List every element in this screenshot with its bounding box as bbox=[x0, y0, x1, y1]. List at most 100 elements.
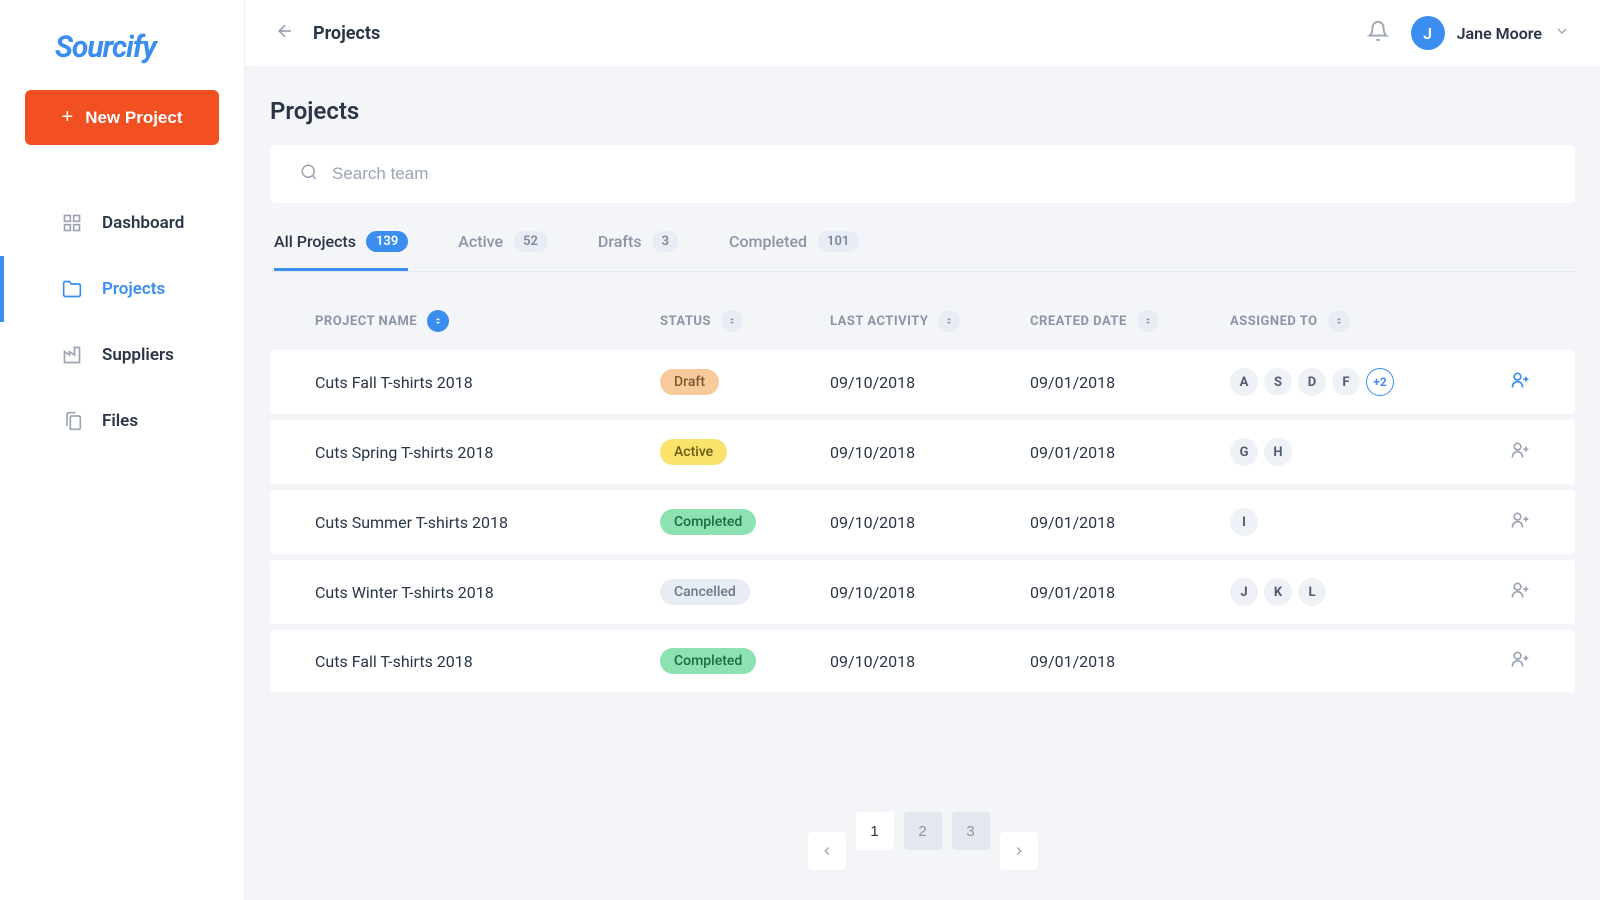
sidebar-item-files[interactable]: Files bbox=[0, 388, 244, 454]
tab-all-projects[interactable]: All Projects 139 bbox=[274, 231, 408, 271]
back-arrow-icon[interactable] bbox=[275, 21, 295, 45]
sidebar-item-label: Files bbox=[102, 411, 138, 431]
add-user-icon[interactable] bbox=[1510, 370, 1530, 394]
cell-created-date: 09/01/2018 bbox=[1030, 513, 1230, 532]
brand-logo: Sourcify bbox=[0, 20, 244, 90]
pagination: 1 2 3 bbox=[270, 812, 1575, 870]
sidebar-item-suppliers[interactable]: Suppliers bbox=[0, 322, 244, 388]
th-created-date[interactable]: CREATED DATE bbox=[1030, 310, 1230, 332]
cell-last-activity: 09/10/2018 bbox=[830, 443, 1030, 462]
assignee-avatar[interactable]: F bbox=[1332, 368, 1360, 396]
chevron-down-icon bbox=[1554, 23, 1570, 43]
pagination-next[interactable] bbox=[1000, 832, 1038, 870]
new-project-label: New Project bbox=[85, 108, 182, 128]
tabs: All Projects 139 Active 52 Drafts 3 Comp… bbox=[270, 231, 1575, 272]
cell-last-activity: 09/10/2018 bbox=[830, 652, 1030, 671]
th-last-activity[interactable]: LAST ACTIVITY bbox=[830, 310, 1030, 332]
assignee-avatar[interactable]: L bbox=[1298, 578, 1326, 606]
avatar: J bbox=[1411, 16, 1445, 50]
tab-label: All Projects bbox=[274, 232, 356, 251]
sidebar: Sourcify + New Project Dashboard Project… bbox=[0, 0, 245, 900]
table-row[interactable]: Cuts Fall T-shirts 2018Draft09/10/201809… bbox=[270, 350, 1575, 414]
th-assigned-to[interactable]: ASSIGNED TO bbox=[1230, 310, 1510, 332]
cell-created-date: 09/01/2018 bbox=[1030, 443, 1230, 462]
assignee-avatar[interactable]: K bbox=[1264, 578, 1292, 606]
pagination-prev[interactable] bbox=[808, 832, 846, 870]
th-project-name[interactable]: PROJECT NAME bbox=[315, 310, 660, 332]
sort-icon[interactable] bbox=[721, 310, 743, 332]
tab-label: Active bbox=[458, 232, 503, 251]
table-body: Cuts Fall T-shirts 2018Draft09/10/201809… bbox=[270, 350, 1575, 692]
status-badge: Completed bbox=[660, 648, 756, 674]
tab-active[interactable]: Active 52 bbox=[458, 231, 548, 271]
sort-icon[interactable] bbox=[1137, 310, 1159, 332]
cell-action bbox=[1510, 370, 1530, 394]
tab-count: 52 bbox=[513, 231, 548, 252]
add-user-icon[interactable] bbox=[1510, 510, 1530, 534]
assignee-avatar[interactable]: A bbox=[1230, 368, 1258, 396]
status-badge: Cancelled bbox=[660, 579, 750, 605]
cell-created-date: 09/01/2018 bbox=[1030, 373, 1230, 392]
cell-status: Completed bbox=[660, 509, 830, 535]
sort-icon[interactable] bbox=[1328, 310, 1350, 332]
cell-assigned-to: GH bbox=[1230, 438, 1510, 466]
user-name: Jane Moore bbox=[1457, 24, 1542, 43]
sidebar-nav: Dashboard Projects Suppliers Files bbox=[0, 190, 244, 454]
table-row[interactable]: Cuts Fall T-shirts 2018Completed09/10/20… bbox=[270, 630, 1575, 692]
cell-action bbox=[1510, 440, 1530, 464]
new-project-button[interactable]: + New Project bbox=[25, 90, 219, 145]
pagination-page-1[interactable]: 1 bbox=[856, 812, 894, 850]
assignee-avatar[interactable]: G bbox=[1230, 438, 1258, 466]
tab-count: 3 bbox=[652, 231, 679, 252]
breadcrumb: Projects bbox=[313, 23, 380, 44]
pagination-page-2[interactable]: 2 bbox=[904, 812, 942, 850]
grid-icon bbox=[62, 212, 84, 234]
assignee-avatar[interactable]: J bbox=[1230, 578, 1258, 606]
th-status[interactable]: STATUS bbox=[660, 310, 830, 332]
files-icon bbox=[62, 410, 84, 432]
assignee-avatar[interactable]: S bbox=[1264, 368, 1292, 396]
table-row[interactable]: Cuts Summer T-shirts 2018Completed09/10/… bbox=[270, 490, 1575, 554]
user-menu[interactable]: J Jane Moore bbox=[1411, 16, 1570, 50]
assignee-more[interactable]: +2 bbox=[1366, 368, 1394, 396]
table-row[interactable]: Cuts Winter T-shirts 2018Cancelled09/10/… bbox=[270, 560, 1575, 624]
sidebar-item-dashboard[interactable]: Dashboard bbox=[0, 190, 244, 256]
table-row[interactable]: Cuts Spring T-shirts 2018Active09/10/201… bbox=[270, 420, 1575, 484]
projects-table: PROJECT NAME STATUS LAST ACTIVITY bbox=[270, 292, 1575, 692]
assignee-avatar[interactable]: H bbox=[1264, 438, 1292, 466]
tab-label: Drafts bbox=[598, 232, 642, 251]
cell-assigned-to: JKL bbox=[1230, 578, 1510, 606]
cell-assigned-to: ASDF+2 bbox=[1230, 368, 1510, 396]
add-user-icon[interactable] bbox=[1510, 649, 1530, 673]
bell-icon[interactable] bbox=[1367, 20, 1389, 46]
plus-icon: + bbox=[62, 106, 74, 129]
cell-action bbox=[1510, 580, 1530, 604]
sort-icon[interactable] bbox=[938, 310, 960, 332]
tab-drafts[interactable]: Drafts 3 bbox=[598, 231, 679, 271]
cell-last-activity: 09/10/2018 bbox=[830, 373, 1030, 392]
search-input[interactable] bbox=[332, 164, 1545, 184]
cell-created-date: 09/01/2018 bbox=[1030, 652, 1230, 671]
tab-count: 101 bbox=[817, 231, 859, 252]
cell-status: Completed bbox=[660, 648, 830, 674]
cell-action bbox=[1510, 649, 1530, 673]
pagination-page-3[interactable]: 3 bbox=[952, 812, 990, 850]
cell-status: Cancelled bbox=[660, 579, 830, 605]
sidebar-item-projects[interactable]: Projects bbox=[0, 256, 244, 322]
assignee-avatar[interactable]: D bbox=[1298, 368, 1326, 396]
cell-assigned-to: I bbox=[1230, 508, 1510, 536]
cell-last-activity: 09/10/2018 bbox=[830, 513, 1030, 532]
sidebar-item-label: Projects bbox=[102, 279, 165, 299]
cell-created-date: 09/01/2018 bbox=[1030, 583, 1230, 602]
assignee-avatar[interactable]: I bbox=[1230, 508, 1258, 536]
tab-completed[interactable]: Completed 101 bbox=[729, 231, 859, 271]
status-badge: Active bbox=[660, 439, 727, 465]
search-box[interactable] bbox=[270, 145, 1575, 203]
cell-status: Active bbox=[660, 439, 830, 465]
cell-action bbox=[1510, 510, 1530, 534]
sidebar-item-label: Suppliers bbox=[102, 345, 174, 365]
content: Projects All Projects 139 Active 52 Draf… bbox=[245, 67, 1600, 900]
sort-icon[interactable] bbox=[427, 310, 449, 332]
add-user-icon[interactable] bbox=[1510, 440, 1530, 464]
add-user-icon[interactable] bbox=[1510, 580, 1530, 604]
